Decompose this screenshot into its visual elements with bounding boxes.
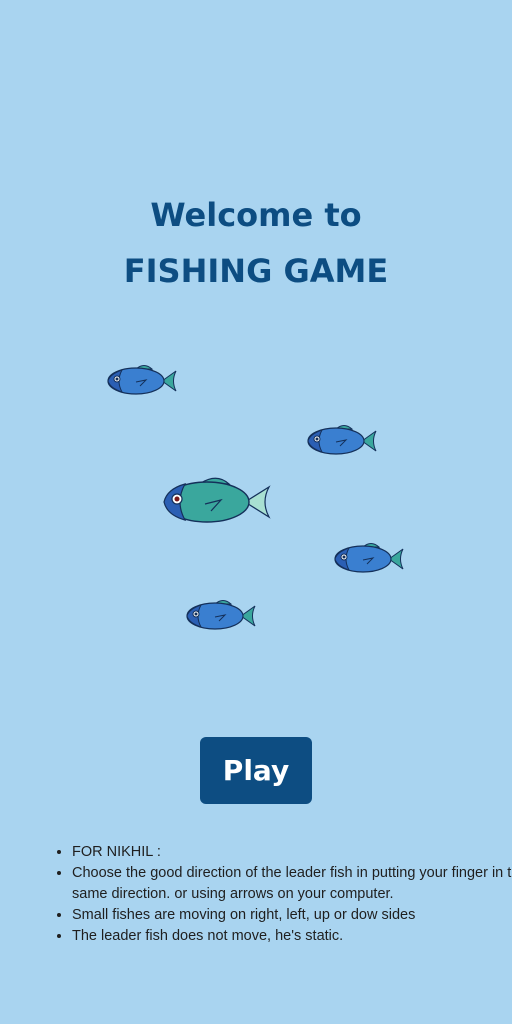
play-button[interactable]: Play bbox=[200, 737, 312, 804]
instructions-list: FOR NIKHIL : Choose the good direction o… bbox=[50, 842, 512, 947]
game-title: FISHING GAME bbox=[123, 252, 389, 290]
welcome-heading: Welcome to bbox=[150, 196, 362, 234]
instruction-item: FOR NIKHIL : bbox=[72, 842, 512, 863]
small-fish-icon bbox=[307, 425, 377, 455]
leader-fish-icon bbox=[163, 477, 271, 523]
instruction-item: The leader fish does not move, he's stat… bbox=[72, 926, 512, 947]
instruction-item: Choose the good direction of the leader … bbox=[72, 863, 512, 905]
small-fish-icon bbox=[334, 543, 404, 573]
small-fish-icon bbox=[186, 600, 256, 630]
small-fish-icon bbox=[107, 365, 177, 395]
instruction-item: Small fishes are moving on right, left, … bbox=[72, 905, 512, 926]
